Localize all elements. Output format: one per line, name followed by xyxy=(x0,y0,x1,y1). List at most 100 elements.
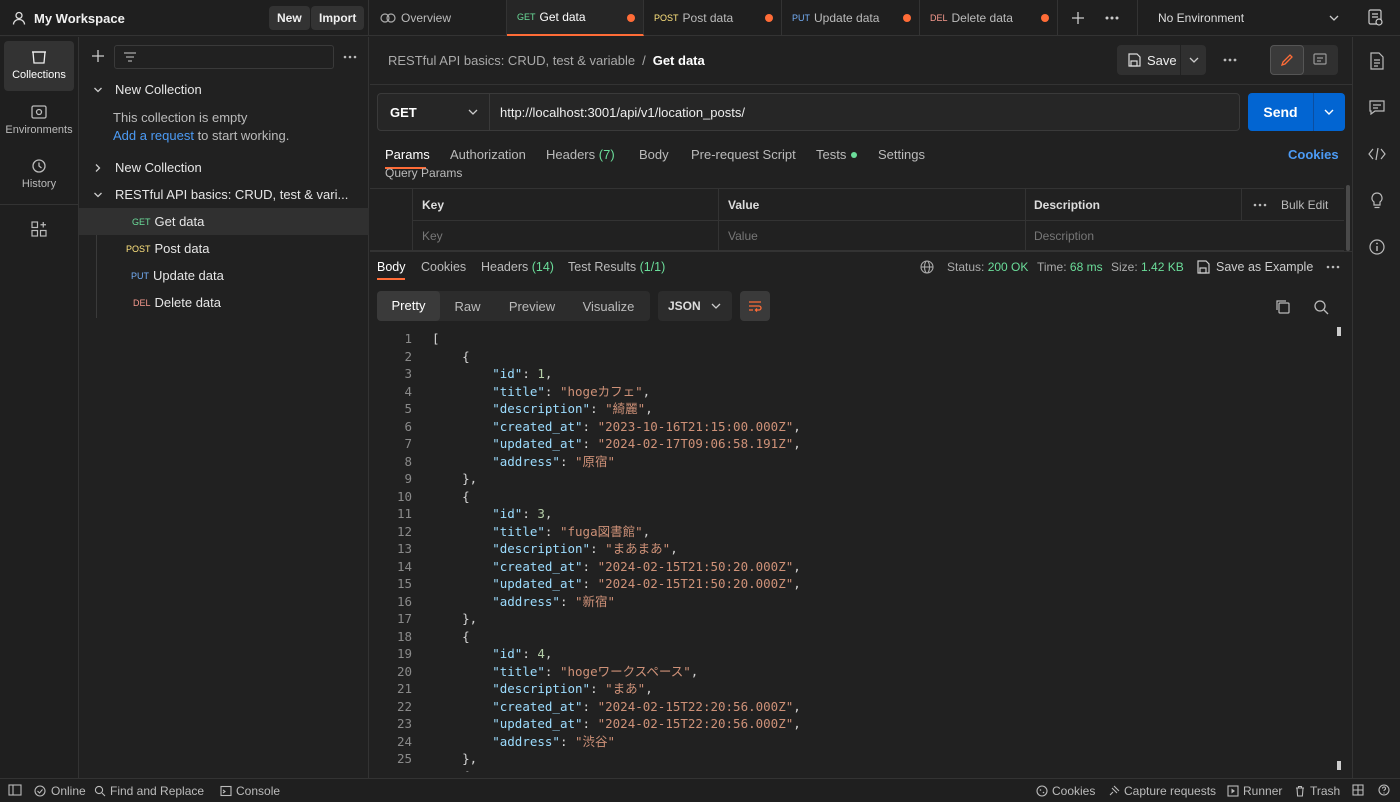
code-scrollbar-thumb[interactable] xyxy=(1337,327,1341,336)
rail-collections[interactable]: Collections xyxy=(4,41,74,91)
plus-icon[interactable] xyxy=(91,49,105,63)
request-item-get-data[interactable]: GET Get data xyxy=(79,208,369,235)
layout-icon[interactable] xyxy=(1352,784,1364,796)
key-column-header: Key xyxy=(422,198,445,212)
request-item-delete-data[interactable]: DEL Delete data xyxy=(79,289,369,316)
key-input[interactable]: Key xyxy=(422,229,443,243)
response-tab-test-results[interactable]: Test Results (1/1) xyxy=(568,260,665,274)
environment-quick-look-icon[interactable] xyxy=(1368,9,1384,27)
help-icon[interactable] xyxy=(1378,784,1390,796)
globe-icon[interactable] xyxy=(920,260,934,274)
trash-button[interactable]: Trash xyxy=(1294,784,1340,798)
cookies-button[interactable]: Cookies xyxy=(1036,784,1095,798)
tab-get-data[interactable]: GET Get data xyxy=(507,0,644,36)
collection-item[interactable]: RESTful API basics: CRUD, test & vari... xyxy=(79,181,369,208)
new-button[interactable]: New xyxy=(269,6,310,30)
response-tab-body[interactable]: Body xyxy=(377,260,406,274)
tab-body[interactable]: Body xyxy=(639,147,669,162)
wrap-lines-button[interactable] xyxy=(740,291,770,321)
user-icon[interactable] xyxy=(12,11,26,25)
bulk-edit-button[interactable]: Bulk Edit xyxy=(1281,198,1328,212)
code-icon[interactable] xyxy=(1368,147,1386,161)
tab-settings[interactable]: Settings xyxy=(878,147,925,162)
view-mode-visualize[interactable]: Visualize xyxy=(569,299,648,314)
save-options-chevron-icon[interactable] xyxy=(1188,54,1200,66)
tab-authorization[interactable]: Authorization xyxy=(450,147,526,162)
tab-label: Headers xyxy=(546,147,596,162)
line-content: { xyxy=(432,348,470,364)
more-options-icon[interactable] xyxy=(1253,200,1267,210)
send-button[interactable]: Send xyxy=(1248,93,1314,131)
import-button[interactable]: Import xyxy=(311,6,365,30)
add-request-link[interactable]: Add a request xyxy=(113,128,194,143)
online-label: Online xyxy=(51,784,86,798)
save-as-example-button[interactable]: Save as Example xyxy=(1196,260,1313,274)
request-name: Delete data xyxy=(154,295,222,310)
send-options-chevron-icon[interactable] xyxy=(1323,106,1335,118)
save-example-label: Save as Example xyxy=(1216,260,1314,274)
headers-count: (14) xyxy=(531,260,554,274)
view-mode-preview[interactable]: Preview xyxy=(495,299,569,314)
workspace-title[interactable]: My Workspace xyxy=(34,11,125,26)
comments-mode-button[interactable] xyxy=(1304,45,1338,75)
rail-history[interactable]: History xyxy=(4,150,74,200)
runner-button[interactable]: Runner xyxy=(1227,784,1282,798)
edit-mode-button[interactable] xyxy=(1270,45,1304,75)
params-scrollbar[interactable] xyxy=(1346,185,1350,251)
collection-item[interactable]: New Collection xyxy=(79,154,369,181)
environment-selector[interactable]: No Environment xyxy=(1137,0,1352,36)
tab-post-data[interactable]: POST Post data xyxy=(644,0,782,36)
tab-headers[interactable]: Headers (7) xyxy=(546,147,615,162)
breadcrumb-current[interactable]: Get data xyxy=(653,53,705,68)
add-panel-icon[interactable] xyxy=(30,220,48,238)
plus-icon[interactable] xyxy=(1070,10,1086,26)
response-tab-cookies[interactable]: Cookies xyxy=(421,260,466,274)
url-input[interactable]: http://localhost:3001/api/v1/location_po… xyxy=(500,105,745,120)
collection-name: New Collection xyxy=(115,160,202,175)
console-button[interactable]: Console xyxy=(220,784,280,798)
comments-icon[interactable] xyxy=(1369,99,1385,115)
method-selector[interactable]: GET xyxy=(378,94,490,130)
code-line: 7 "updated_at": "2024-02-17T09:06:58.191… xyxy=(370,435,1330,453)
tab-params[interactable]: Params xyxy=(385,147,430,162)
response-body-viewer[interactable]: 1[2 {3 "id": 1, 4 "title": "hogeカフェ", 5 "d… xyxy=(370,327,1340,772)
tab-delete-data[interactable]: DEL Delete data xyxy=(920,0,1058,36)
view-mode-raw[interactable]: Raw xyxy=(440,299,495,314)
cookies-link[interactable]: Cookies xyxy=(1288,147,1339,162)
description-input[interactable]: Description xyxy=(1034,229,1094,243)
tab-tests[interactable]: Tests xyxy=(816,147,858,162)
tab-update-data[interactable]: PUT Update data xyxy=(782,0,920,36)
tab-overview[interactable]: Overview xyxy=(370,0,507,36)
tab-prerequest-script[interactable]: Pre-request Script xyxy=(691,147,796,162)
save-button[interactable]: Save xyxy=(1117,45,1181,75)
find-replace-button[interactable]: Find and Replace xyxy=(94,784,204,798)
filter-input[interactable] xyxy=(114,45,334,69)
search-icon[interactable] xyxy=(1313,299,1329,315)
lightbulb-icon[interactable] xyxy=(1369,192,1385,210)
capture-requests-button[interactable]: Capture requests xyxy=(1108,784,1216,798)
code-scrollbar-thumb[interactable] xyxy=(1337,761,1341,770)
online-status[interactable]: Online xyxy=(34,784,86,798)
sidebar-toggle-icon[interactable] xyxy=(8,784,22,796)
documentation-icon[interactable] xyxy=(1369,52,1385,70)
request-item-post-data[interactable]: POST Post data xyxy=(79,235,369,262)
code-line: 26 { xyxy=(370,768,1330,773)
copy-icon[interactable] xyxy=(1275,299,1291,315)
value-input[interactable]: Value xyxy=(728,229,758,243)
collection-item[interactable]: New Collection xyxy=(79,76,369,103)
line-number: 18 xyxy=(396,628,412,644)
request-item-update-data[interactable]: PUT Update data xyxy=(79,262,369,289)
more-options-icon[interactable] xyxy=(343,50,357,64)
line-number: 9 xyxy=(404,471,412,486)
more-options-icon[interactable] xyxy=(1326,263,1340,271)
code-line: 17 }, xyxy=(370,610,1330,628)
view-mode-pretty[interactable]: Pretty xyxy=(377,291,440,321)
rail-environments[interactable]: Environments xyxy=(4,96,74,146)
line-number: 13 xyxy=(396,541,412,556)
info-icon[interactable] xyxy=(1369,239,1385,255)
format-selector[interactable]: JSON xyxy=(658,291,732,321)
more-options-icon[interactable] xyxy=(1222,53,1238,67)
more-tabs-icon[interactable] xyxy=(1104,10,1120,26)
breadcrumb-collection[interactable]: RESTful API basics: CRUD, test & variabl… xyxy=(388,53,635,68)
response-tab-headers[interactable]: Headers (14) xyxy=(481,260,554,274)
